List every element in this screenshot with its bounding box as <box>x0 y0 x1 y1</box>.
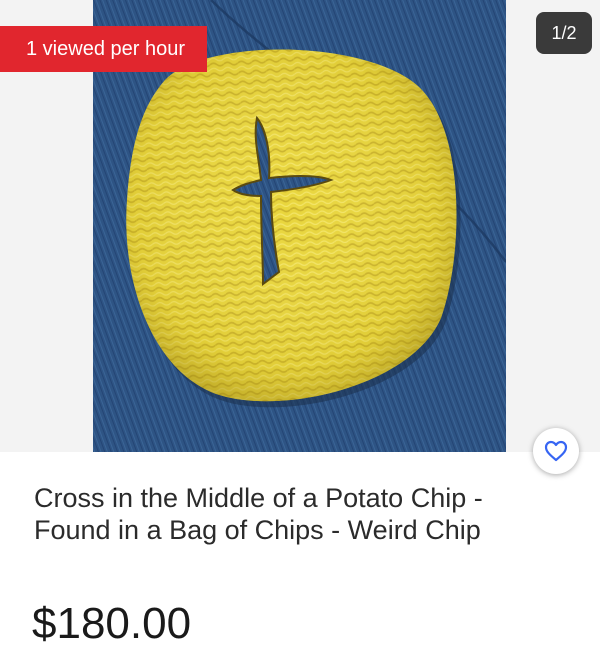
viewed-per-hour-badge: 1 viewed per hour <box>0 26 207 72</box>
listing-price: $180.00 <box>32 599 192 648</box>
listing-card: 1 viewed per hour 1/2 Cross in the Middl… <box>0 0 600 660</box>
watchlist-button[interactable] <box>533 428 579 474</box>
image-counter: 1/2 <box>536 12 592 54</box>
photo-gallery[interactable]: 1 viewed per hour 1/2 <box>0 0 600 452</box>
listing-title[interactable]: Cross in the Middle of a Potato Chip - F… <box>34 482 554 546</box>
heart-outline-icon <box>544 440 568 462</box>
